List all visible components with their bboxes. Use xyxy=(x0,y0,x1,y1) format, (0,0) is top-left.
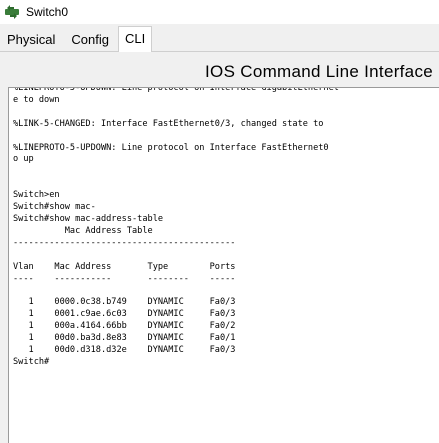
tab-cli[interactable]: CLI xyxy=(118,26,153,52)
tab-config[interactable]: Config xyxy=(64,27,116,51)
window-title: Switch0 xyxy=(26,5,69,19)
tab-physical[interactable]: Physical xyxy=(0,27,62,51)
switch-device-icon xyxy=(5,5,19,19)
console-output[interactable]: %LINEPROTO-5-UPDOWN: Line protocol on In… xyxy=(9,88,439,369)
window-titlebar: Switch0 xyxy=(0,0,439,24)
page-title: IOS Command Line Interface xyxy=(205,62,433,81)
cli-console[interactable]: %LINEPROTO-5-UPDOWN: Line protocol on In… xyxy=(8,87,439,443)
tab-bar: Physical Config CLI xyxy=(0,26,439,52)
